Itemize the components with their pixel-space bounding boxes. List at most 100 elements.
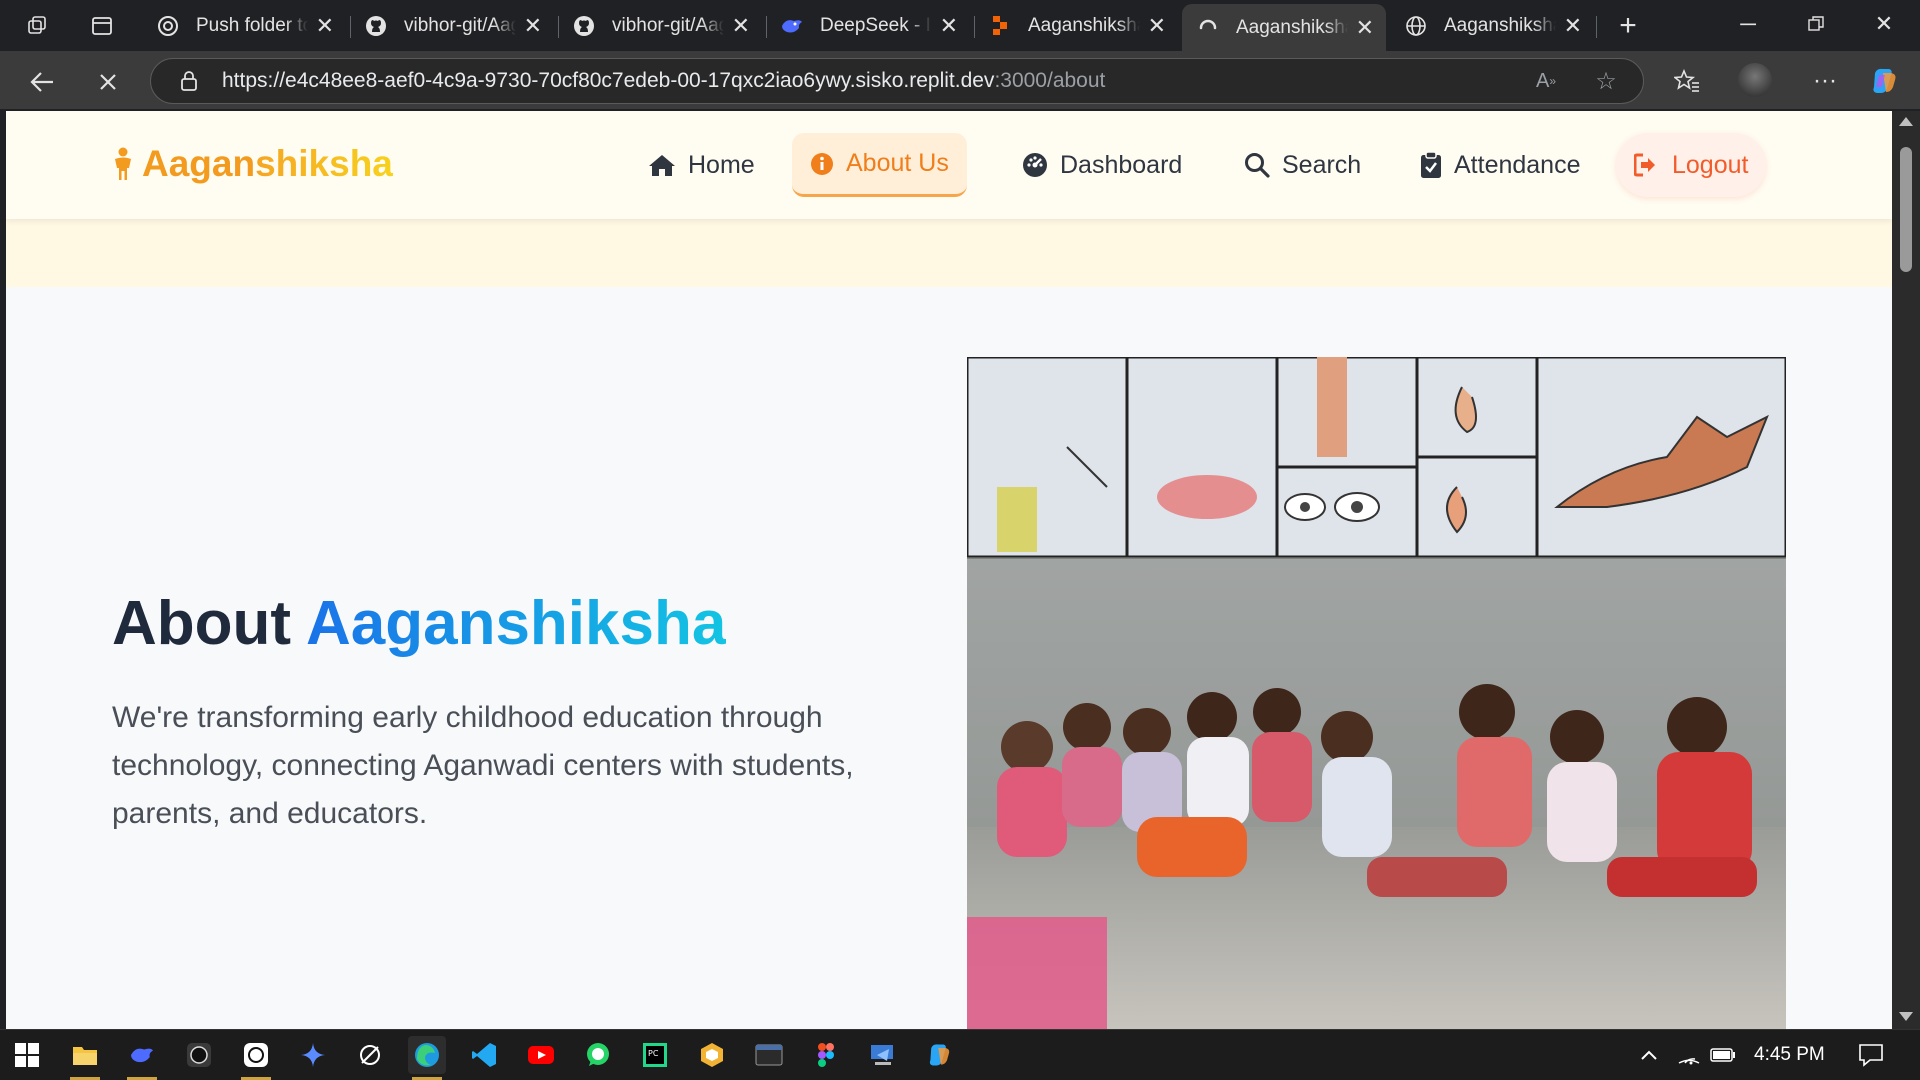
search-icon	[1244, 152, 1270, 178]
close-tab-icon[interactable]: ✕	[940, 13, 958, 39]
web-page: Aagan shiksha Home About Us Dashboard Sea…	[6, 111, 1892, 1029]
site-info-lock-icon[interactable]	[174, 66, 204, 96]
stop-loading-icon[interactable]	[88, 62, 128, 102]
favorite-star-icon[interactable]: ☆	[1590, 66, 1622, 96]
figma-icon[interactable]	[807, 1036, 845, 1074]
deepseek-icon	[780, 14, 804, 38]
browser-tab[interactable]: DeepSeek - Int ✕	[766, 8, 970, 44]
close-tab-icon[interactable]: ✕	[1564, 13, 1582, 39]
terminal-icon[interactable]	[750, 1036, 788, 1074]
edge-icon[interactable]	[408, 1036, 446, 1080]
nav-dashboard[interactable]: Dashboard	[1004, 133, 1200, 197]
new-tab-icon[interactable]: +	[1610, 8, 1646, 44]
svg-text:PC: PC	[648, 1049, 659, 1058]
nav-label: Home	[688, 150, 755, 179]
workspaces-icon[interactable]	[22, 10, 54, 42]
sign-out-icon	[1634, 153, 1660, 177]
notifications-icon[interactable]	[1852, 1036, 1890, 1074]
title-plain: About	[112, 589, 306, 658]
tab-actions-icon[interactable]	[86, 10, 118, 42]
youtube-icon[interactable]	[522, 1036, 560, 1074]
browser-tab[interactable]: Aaganshiksha ✕	[1390, 8, 1594, 44]
gemini-icon[interactable]	[294, 1036, 332, 1074]
browser-tab[interactable]: vibhor-git/Aag ✕	[558, 8, 762, 44]
vscode-icon[interactable]	[465, 1036, 503, 1074]
url-text[interactable]: https://e4c48ee8-aef0-4c9a-9730-70cf80c7…	[222, 69, 1105, 93]
remote-desktop-icon[interactable]	[864, 1036, 902, 1074]
scroll-down-arrow[interactable]	[1899, 1012, 1913, 1021]
close-tab-icon[interactable]: ✕	[524, 13, 542, 39]
nav-label: About Us	[846, 149, 949, 177]
replit-icon	[988, 14, 1012, 38]
nav-logout[interactable]: Logout	[1616, 133, 1767, 197]
copilot-icon[interactable]	[921, 1036, 959, 1074]
pycharm-icon[interactable]: PC	[636, 1036, 674, 1074]
title-accent: Aaganshiksha	[306, 589, 726, 658]
nav-label: Attendance	[1454, 150, 1581, 179]
github-icon	[364, 14, 388, 38]
site-navbar: Aagan shiksha Home About Us Dashboard Sea…	[6, 111, 1892, 219]
nav-label: Dashboard	[1060, 150, 1183, 179]
nav-home[interactable]: Home	[630, 133, 773, 197]
favorites-icon[interactable]	[1670, 64, 1704, 98]
url-path: :3000/about	[994, 69, 1106, 92]
whatsapp-icon[interactable]	[579, 1036, 617, 1074]
title-accent-part1: Aagan	[305, 589, 496, 658]
show-hidden-icons-chevron-icon[interactable]	[1630, 1036, 1668, 1074]
browser-tab-active[interactable]: Aaganshiksha ✕	[1182, 4, 1386, 51]
nav-attendance[interactable]: Attendance	[1402, 133, 1599, 197]
close-tab-icon[interactable]: ✕	[732, 13, 750, 39]
child-icon	[112, 147, 134, 181]
aganwadi-children-photo	[967, 357, 1786, 1029]
taskbar-clock[interactable]: 4:45 PM	[1754, 1044, 1825, 1066]
close-window-icon[interactable]: ✕	[1860, 6, 1908, 42]
obs-icon[interactable]	[180, 1036, 218, 1074]
wifi-icon[interactable]	[1670, 1036, 1708, 1074]
windows-start-icon[interactable]	[8, 1036, 46, 1074]
battery-icon[interactable]	[1704, 1036, 1742, 1074]
browser-tab[interactable]: vibhor-git/Aag ✕	[350, 8, 554, 44]
tab-title: vibhor-git/Aag	[612, 15, 724, 36]
page-scrollbar[interactable]	[1892, 111, 1920, 1029]
nav-label: Logout	[1672, 150, 1749, 179]
close-tab-icon[interactable]: ✕	[316, 13, 334, 39]
loading-icon	[1196, 16, 1220, 40]
profile-avatar[interactable]	[1738, 63, 1772, 97]
tab-title: vibhor-git/Aag	[404, 15, 516, 36]
scroll-thumb[interactable]	[1900, 147, 1912, 272]
page-title: About Aaganshiksha	[112, 588, 726, 659]
site-logo[interactable]: Aagan shiksha	[112, 143, 393, 185]
restore-icon[interactable]	[1792, 6, 1840, 42]
tab-title: Aaganshiksha	[1028, 15, 1140, 36]
scroll-up-arrow[interactable]	[1899, 117, 1913, 126]
url-main: https://e4c48ee8-aef0-4c9a-9730-70cf80c7…	[222, 69, 995, 92]
chatgpt-icon	[156, 14, 180, 38]
file-explorer-icon[interactable]	[66, 1036, 104, 1080]
tab-title: DeepSeek - Int	[820, 15, 932, 36]
logo-text-part1: Aagan	[142, 143, 256, 184]
deepseek-icon[interactable]	[123, 1036, 161, 1080]
home-icon	[648, 153, 676, 177]
minimize-icon[interactable]: ─	[1724, 6, 1772, 42]
title-accent-part2: shiksha	[495, 589, 727, 658]
logo-text-part2: shiksha	[255, 143, 393, 184]
read-aloud-icon[interactable]: A»	[1530, 66, 1562, 96]
chatgpt-icon[interactable]	[237, 1036, 275, 1080]
back-icon[interactable]	[22, 62, 62, 102]
close-tab-icon[interactable]: ✕	[1148, 13, 1166, 39]
perplexity-icon[interactable]	[351, 1036, 389, 1074]
nav-search[interactable]: Search	[1226, 133, 1379, 197]
app-icon[interactable]	[693, 1036, 731, 1074]
browser-tab[interactable]: Push folder to ✕	[142, 8, 346, 44]
github-icon	[572, 14, 596, 38]
globe-icon	[1404, 14, 1428, 38]
tab-title: Push folder to	[196, 15, 308, 36]
close-tab-icon[interactable]: ✕	[1356, 15, 1374, 41]
tab-title: Aaganshiksha	[1444, 15, 1556, 36]
browser-tab[interactable]: Aaganshiksha ✕	[974, 8, 1178, 44]
tab-title: Aaganshiksha	[1236, 16, 1348, 38]
more-options-icon[interactable]: ···	[1808, 64, 1842, 98]
about-description: We're transforming early childhood educa…	[112, 701, 854, 830]
nav-about-us[interactable]: About Us	[792, 133, 967, 197]
copilot-icon[interactable]	[1866, 62, 1904, 100]
